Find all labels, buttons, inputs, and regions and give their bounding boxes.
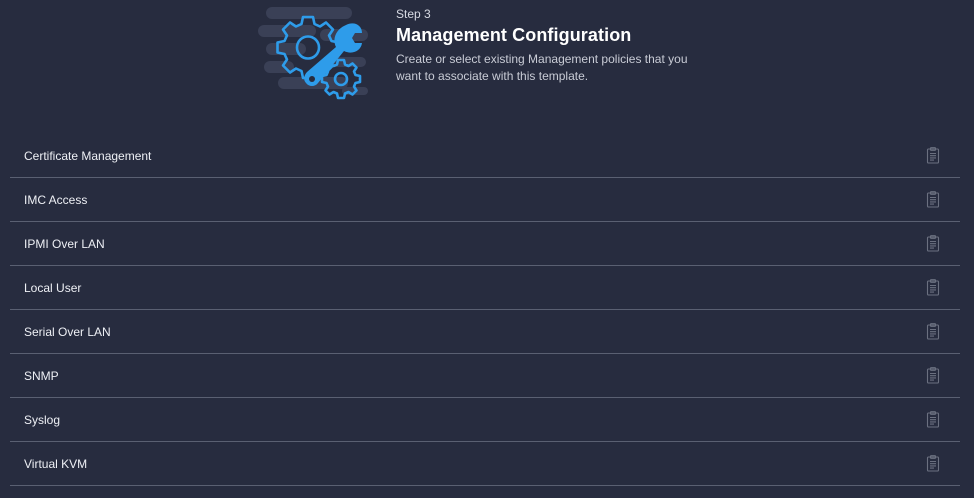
policy-label: Virtual KVM [24,457,88,471]
document-icon[interactable] [926,191,940,208]
policy-list: Certificate Management IMC Access IPMI O… [10,134,960,486]
policy-label: IPMI Over LAN [24,237,105,251]
document-icon[interactable] [926,323,940,340]
policy-label: Certificate Management [24,149,152,163]
policy-label: Local User [24,281,82,295]
step-label: Step 3 [396,7,431,21]
policy-row-serial-over-lan[interactable]: Serial Over LAN [10,310,960,354]
document-icon[interactable] [926,235,940,252]
policy-row-virtual-kvm[interactable]: Virtual KVM [10,442,960,486]
document-icon[interactable] [926,411,940,428]
policy-row-snmp[interactable]: SNMP [10,354,960,398]
header-text: Step 3 Management Configuration Create o… [396,7,726,85]
document-icon[interactable] [926,455,940,472]
policy-row-syslog[interactable]: Syslog [10,398,960,442]
policy-row-local-user[interactable]: Local User [10,266,960,310]
policy-row-ipmi-over-lan[interactable]: IPMI Over LAN [10,222,960,266]
page-description: Create or select existing Management pol… [396,52,688,83]
page-title: Management Configuration [396,25,632,45]
step-page: Step 3 Management Configuration Create o… [0,0,974,498]
policy-label: Serial Over LAN [24,325,111,339]
document-icon[interactable] [926,279,940,296]
document-icon[interactable] [926,147,940,164]
gears-wrench-icon [258,5,374,100]
step-header: Step 3 Management Configuration Create o… [0,0,974,110]
policy-label: IMC Access [24,193,88,207]
document-icon[interactable] [926,367,940,384]
policy-label: SNMP [24,369,59,383]
policy-row-certificate-management[interactable]: Certificate Management [10,134,960,178]
policy-row-imc-access[interactable]: IMC Access [10,178,960,222]
policy-label: Syslog [24,413,61,427]
